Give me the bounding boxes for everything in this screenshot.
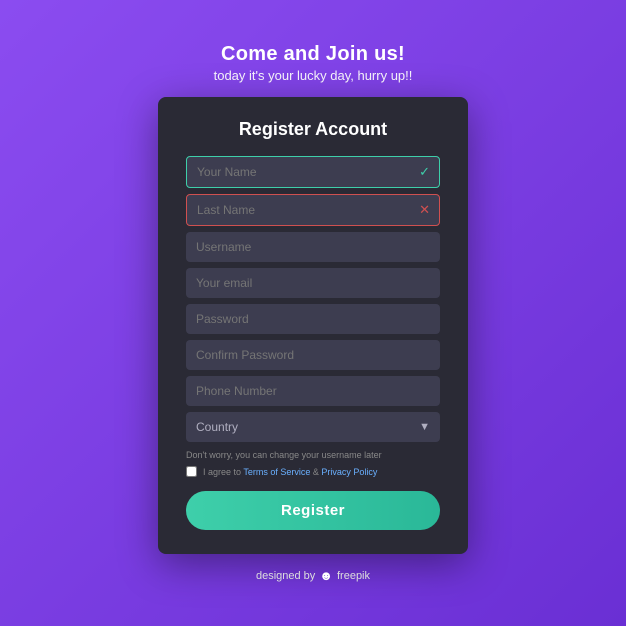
- terms-link[interactable]: Terms of Service: [243, 467, 310, 477]
- agree-checkbox[interactable]: [186, 466, 197, 477]
- password-input[interactable]: [186, 304, 440, 334]
- username-input[interactable]: [186, 232, 440, 262]
- email-field-wrapper: [186, 268, 440, 298]
- page-subtitle: today it's your lucky day, hurry up!!: [214, 68, 413, 83]
- email-input[interactable]: [186, 268, 440, 298]
- phone-input[interactable]: [186, 376, 440, 406]
- name-input[interactable]: [186, 156, 440, 188]
- country-select-wrapper: Country United States United Kingdom Can…: [186, 412, 440, 442]
- lastname-input[interactable]: [186, 194, 440, 226]
- confirm-password-field-wrapper: [186, 340, 440, 370]
- name-field-wrapper: ✓: [186, 156, 440, 188]
- privacy-link[interactable]: Privacy Policy: [321, 467, 377, 477]
- country-select[interactable]: Country United States United Kingdom Can…: [186, 412, 440, 442]
- card-title: Register Account: [186, 119, 440, 140]
- confirm-password-input[interactable]: [186, 340, 440, 370]
- phone-field-wrapper: [186, 376, 440, 406]
- agree-label: I agree to Terms of Service & Privacy Po…: [203, 467, 377, 477]
- register-card: Register Account ✓ ✕ Country United Stat…: [158, 97, 468, 554]
- username-helper: Don't worry, you can change your usernam…: [186, 450, 440, 460]
- agree-row: I agree to Terms of Service & Privacy Po…: [186, 466, 440, 477]
- footer-label: designed by: [256, 570, 315, 582]
- page-title: Come and Join us!: [214, 43, 413, 66]
- lastname-field-wrapper: ✕: [186, 194, 440, 226]
- username-field-wrapper: [186, 232, 440, 262]
- footer: designed by ☻ freepik: [256, 568, 370, 583]
- password-field-wrapper: [186, 304, 440, 334]
- register-button[interactable]: Register: [186, 491, 440, 530]
- footer-brand: freepik: [337, 570, 370, 582]
- freepik-icon: ☻: [319, 568, 333, 583]
